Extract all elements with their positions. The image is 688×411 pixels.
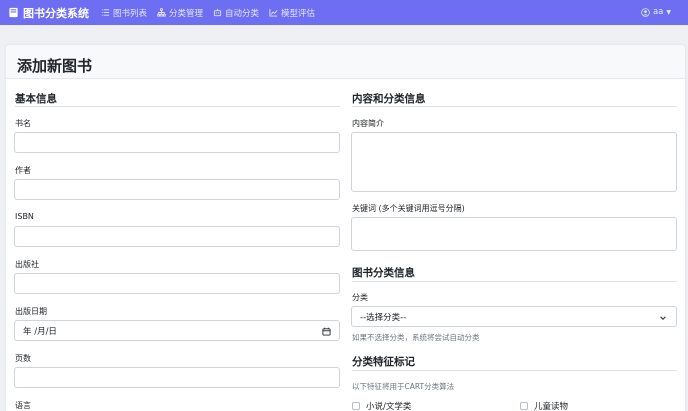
top-navbar: 图书分类系统 图书列表 分类管理 自动分类 模型评估 aa ▼ <box>0 0 688 25</box>
nav-link-book-list[interactable]: 图书列表 <box>101 7 147 19</box>
tree-icon <box>157 8 166 17</box>
book-icon <box>9 7 18 18</box>
category-help-text: 如果不选择分类，系统将尝试自动分类 <box>352 333 480 342</box>
nav-link-label: 分类管理 <box>169 8 204 19</box>
keywords-textarea[interactable] <box>351 217 677 251</box>
publish-date-label: 出版日期 <box>15 307 47 316</box>
author-input[interactable] <box>14 179 340 200</box>
chevron-down-icon <box>660 316 666 320</box>
content-info-title: 内容和分类信息 <box>352 93 426 105</box>
publish-date-value: 年 /月/日 <box>23 326 57 337</box>
robot-icon <box>213 8 222 17</box>
page-title: 添加新图书 <box>17 57 93 75</box>
publisher-input[interactable] <box>14 273 340 294</box>
nav-link-label: 自动分类 <box>225 8 260 19</box>
title-label: 书名 <box>15 119 31 128</box>
nav-link-auto-classify[interactable]: 自动分类 <box>213 7 259 19</box>
category-select-value: --选择分类-- <box>360 312 407 323</box>
nav-link-label: 图书列表 <box>113 8 148 19</box>
nav-link-category-manage[interactable]: 分类管理 <box>157 7 203 19</box>
keywords-label: 关键词 (多个关键词用逗号分隔) <box>352 204 465 213</box>
isbn-input[interactable] <box>14 226 340 247</box>
title-input[interactable] <box>14 132 340 153</box>
checkbox-label: 儿童读物 <box>534 402 569 411</box>
calendar-icon[interactable] <box>322 327 331 336</box>
publisher-label: 出版社 <box>15 260 39 269</box>
add-book-card: 添加新图书 基本信息 书名 作者 ISBN 出版社 出版日期 年 /月/日 页数… <box>6 45 685 411</box>
summary-textarea[interactable] <box>351 132 677 192</box>
publish-date-input[interactable]: 年 /月/日 <box>14 320 340 341</box>
feature-checkbox-children[interactable]: 儿童读物 <box>520 400 568 411</box>
summary-label: 内容简介 <box>352 119 384 128</box>
pages-input[interactable] <box>14 367 340 388</box>
pages-label: 页数 <box>15 354 31 363</box>
category-label: 分类 <box>352 293 368 302</box>
features-title: 分类特征标记 <box>352 356 415 368</box>
nav-links: 图书列表 分类管理 自动分类 模型评估 <box>101 7 325 19</box>
nav-link-label: 模型评估 <box>281 8 316 19</box>
divider <box>352 106 677 107</box>
checkbox-label: 小说/文学类 <box>366 402 412 411</box>
nav-link-model-eval[interactable]: 模型评估 <box>269 7 315 19</box>
card-header: 添加新图书 <box>6 45 685 79</box>
checkbox[interactable] <box>352 402 360 410</box>
list-icon <box>101 9 110 16</box>
classification-title: 图书分类信息 <box>352 267 415 279</box>
user-name: aa <box>652 7 664 17</box>
basic-info-title: 基本信息 <box>15 93 57 105</box>
category-select[interactable]: --选择分类-- <box>351 306 677 327</box>
features-note: 以下特征将用于CART分类算法 <box>352 382 455 391</box>
user-menu[interactable]: aa ▼ <box>641 7 671 17</box>
divider <box>352 370 677 371</box>
feature-checkbox-fiction[interactable]: 小说/文学类 <box>352 400 411 411</box>
checkbox[interactable] <box>520 402 528 410</box>
brand[interactable]: 图书分类系统 <box>8 5 89 21</box>
divider <box>15 106 340 107</box>
user-icon <box>641 7 650 17</box>
chart-icon <box>269 8 278 17</box>
language-label: 语言 <box>15 401 31 410</box>
author-label: 作者 <box>15 166 31 175</box>
divider <box>352 281 677 282</box>
chevron-down-icon: ▼ <box>666 8 671 16</box>
brand-label: 图书分类系统 <box>23 6 89 20</box>
isbn-label: ISBN <box>15 212 34 221</box>
